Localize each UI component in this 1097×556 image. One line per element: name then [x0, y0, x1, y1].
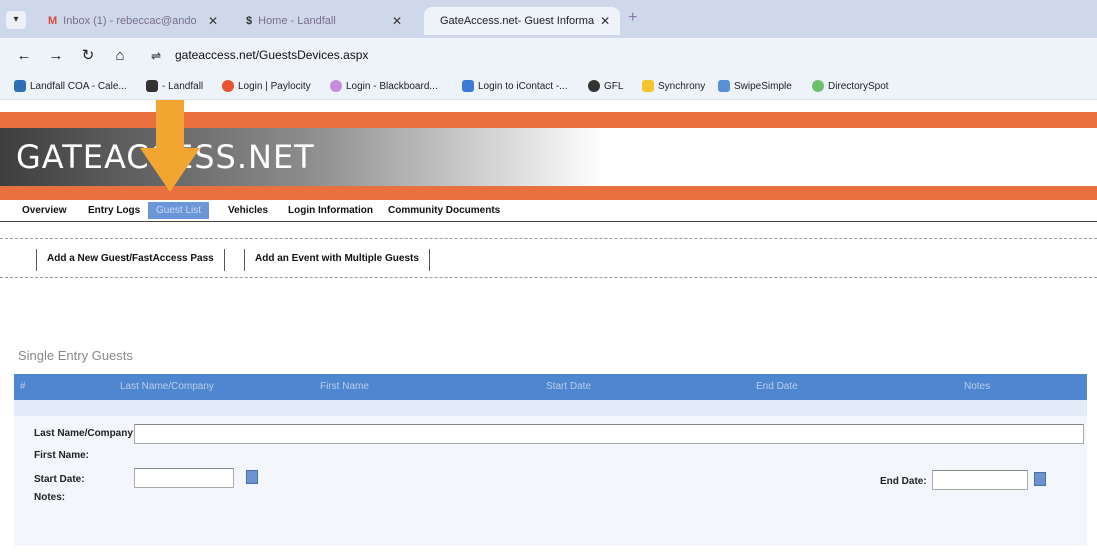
back-icon[interactable]: ←	[14, 46, 34, 66]
guest-table-header: # Last Name/Company First Name Start Dat…	[14, 374, 1087, 400]
first-name-label: First Name:	[34, 450, 90, 461]
new-guest-form: Last Name/Company: First Name: Start Dat…	[14, 416, 1087, 546]
site-info-icon[interactable]: ⇌	[146, 46, 166, 66]
bookmark-label: DirectorySpot	[828, 80, 889, 92]
swipesimple-icon	[718, 80, 730, 92]
tab-community-documents[interactable]: Community Documents	[388, 205, 500, 216]
tab-guest-list[interactable]: Guest List	[148, 202, 210, 219]
tab-label: Home - Landfall	[258, 15, 336, 27]
add-guest-button[interactable]: Add a New Guest/FastAccess Pass	[36, 249, 225, 271]
bookmark-label: - Landfall	[162, 80, 204, 92]
guest-action-bar: Add a New Guest/FastAccess Pass Add an E…	[0, 238, 1097, 278]
end-date-label: End Date:	[880, 476, 927, 487]
bookmark-label: Login - Blackboard...	[346, 80, 438, 92]
notes-label: Notes:	[34, 492, 66, 503]
bookmark-blackboard[interactable]: Login - Blackboard...	[330, 80, 438, 92]
tab-label: Inbox (1) - rebeccac@ando	[63, 15, 197, 27]
gmail-icon: M	[48, 15, 58, 27]
landfall-icon: $	[246, 15, 253, 27]
bookmark-label: SwipeSimple	[734, 80, 792, 92]
bookmark-paylocity[interactable]: Login | Paylocity	[222, 80, 311, 92]
close-tab-icon[interactable]: ✕	[600, 14, 610, 28]
last-name-input[interactable]	[134, 424, 1084, 444]
new-tab-button[interactable]: +	[628, 9, 637, 27]
tab-overview[interactable]: Overview	[22, 205, 66, 216]
start-date-input[interactable]	[134, 468, 234, 488]
column-header-end-date[interactable]: End Date	[756, 381, 798, 392]
gfl-icon	[588, 80, 600, 92]
tab-vehicles[interactable]: Vehicles	[228, 205, 268, 216]
close-tab-icon[interactable]: ✕	[392, 14, 402, 28]
synchrony-icon	[642, 80, 654, 92]
tab-login-information[interactable]: Login Information	[288, 205, 373, 216]
end-date-input[interactable]	[932, 470, 1028, 490]
home-icon[interactable]: ⌂	[110, 46, 130, 66]
bookmark-synchrony[interactable]: Synchrony	[642, 80, 705, 92]
tab-entry-logs[interactable]: Entry Logs	[88, 205, 140, 216]
bookmark-icontact[interactable]: Login to iContact -...	[462, 80, 568, 92]
bookmark-landfall[interactable]: - Landfall	[146, 80, 203, 92]
calendar-icon[interactable]	[246, 470, 258, 484]
bookmark-label: Landfall COA - Cale...	[30, 80, 127, 92]
bookmarks-bar: Landfall COA - Cale... - Landfall Login …	[0, 74, 1097, 100]
site-nav-tabs: Overview Entry Logs Guest List Vehicles …	[0, 200, 1097, 222]
blackboard-icon	[330, 80, 342, 92]
column-header-last-name[interactable]: Last Name/Company	[120, 381, 214, 392]
bookmark-label: Login to iContact -...	[478, 80, 568, 92]
column-header-start-date[interactable]: Start Date	[546, 381, 591, 392]
browser-tab-gateaccess[interactable]: GateAccess.net- Guest Informa ✕	[424, 7, 620, 35]
icontact-icon	[462, 80, 474, 92]
tab-label: GateAccess.net- Guest Informa	[440, 15, 595, 27]
column-header-notes[interactable]: Notes	[964, 381, 990, 392]
forward-icon[interactable]: →	[46, 46, 66, 66]
calendar-icon[interactable]	[1034, 472, 1046, 486]
browser-toolbar: ← → ↻ ⌂ ⇌ gateaccess.net/GuestsDevices.a…	[0, 38, 1097, 74]
directoryspot-icon	[812, 80, 824, 92]
browser-tab-home[interactable]: $ Home - Landfall ✕	[236, 7, 412, 35]
reload-icon[interactable]: ↻	[78, 46, 98, 66]
browser-tab-inbox[interactable]: M Inbox (1) - rebeccac@ando ✕	[38, 7, 228, 35]
highlight-arrow-icon	[156, 100, 184, 150]
bookmark-landfall-coa[interactable]: Landfall COA - Cale...	[14, 80, 127, 92]
column-header-number[interactable]: #	[20, 381, 26, 392]
calendar-icon	[14, 80, 26, 92]
section-title: Single Entry Guests	[18, 348, 133, 363]
last-name-label: Last Name/Company:	[34, 428, 137, 439]
highlight-arrow-head	[140, 148, 200, 192]
address-bar[interactable]: gateaccess.net/GuestsDevices.aspx	[175, 48, 368, 62]
bookmark-label: GFL	[604, 80, 624, 92]
bookmark-label: Login | Paylocity	[238, 80, 311, 92]
bookmark-swipesimple[interactable]: SwipeSimple	[718, 80, 792, 92]
landfall-icon	[146, 80, 158, 92]
browser-tab-strip: ▾ M Inbox (1) - rebeccac@ando ✕ $ Home -…	[0, 0, 1097, 38]
column-header-first-name[interactable]: First Name	[320, 381, 369, 392]
bookmark-label: Synchrony	[658, 80, 706, 92]
tab-list-dropdown-icon[interactable]: ▾	[6, 11, 26, 29]
bookmark-gfl[interactable]: GFL	[588, 80, 623, 92]
guest-table-empty-row	[14, 400, 1087, 416]
bookmark-directoryspot[interactable]: DirectorySpot	[812, 80, 889, 92]
close-tab-icon[interactable]: ✕	[208, 14, 218, 28]
add-event-button[interactable]: Add an Event with Multiple Guests	[244, 249, 430, 271]
start-date-label: Start Date:	[34, 474, 85, 485]
paylocity-icon	[222, 80, 234, 92]
